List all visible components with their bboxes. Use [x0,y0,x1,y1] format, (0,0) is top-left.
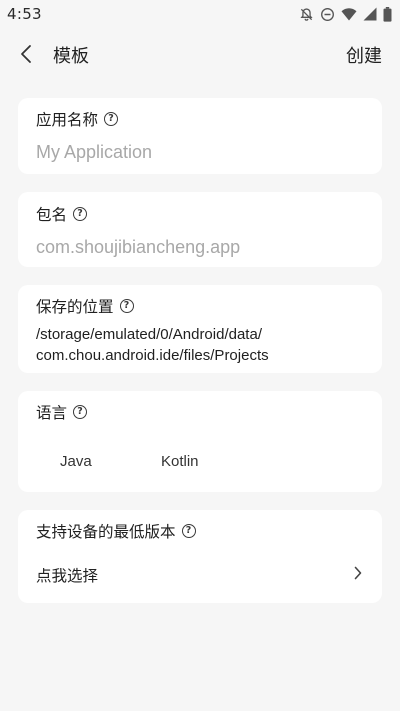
language-option-java[interactable]: Java [60,453,92,470]
page-title: 模板 [53,46,89,67]
min-sdk-picker-text: 点我选择 [36,567,99,585]
app-name-label-text: 应用名称 [36,111,99,129]
save-location-label: 保存的位置 ? [36,295,134,317]
language-option-kotlin[interactable]: Kotlin [161,453,199,470]
back-button[interactable] [14,40,38,68]
cellular-signal-icon [363,7,377,21]
language-label-text: 语言 [36,404,68,422]
min-sdk-card: 支持设备的最低版本 ? 点我选择 [18,510,382,603]
help-icon[interactable]: ? [181,524,196,538]
min-sdk-picker[interactable]: 点我选择 [18,550,382,598]
do-not-disturb-icon [321,7,334,21]
battery-icon [383,6,392,22]
language-card: 语言 ? Java Kotlin [18,391,382,492]
status-bar: 4:53 [0,0,400,28]
status-time: 4:53 [7,5,42,23]
save-location-label-text: 保存的位置 [36,298,114,316]
package-name-label-text: 包名 [36,206,68,224]
help-icon[interactable]: ? [119,299,134,313]
wifi-icon [341,8,357,21]
package-name-input[interactable] [36,235,366,259]
help-icon[interactable]: ? [104,112,119,126]
notifications-off-icon [300,7,313,21]
chevron-right-icon [354,566,362,580]
min-sdk-label-text: 支持设备的最低版本 [36,523,176,541]
app-name-input[interactable] [36,140,366,164]
status-icons [299,6,392,22]
package-name-label: 包名 ? [36,203,88,225]
help-icon[interactable]: ? [73,405,88,419]
app-name-label: 应用名称 ? [36,108,119,130]
language-label: 语言 ? [36,401,88,423]
chevron-left-icon [21,45,31,63]
app-bar: 模板 创建 [0,34,400,74]
min-sdk-label: 支持设备的最低版本 ? [36,520,196,542]
app-name-card: 应用名称 ? [18,98,382,174]
save-location-card: 保存的位置 ? /storage/emulated/0/Android/data… [18,285,382,373]
save-location-path: /storage/emulated/0/Android/data/ com.ch… [36,326,269,364]
create-button[interactable]: 创建 [346,42,382,68]
help-icon[interactable]: ? [73,207,88,221]
package-name-card: 包名 ? [18,192,382,267]
